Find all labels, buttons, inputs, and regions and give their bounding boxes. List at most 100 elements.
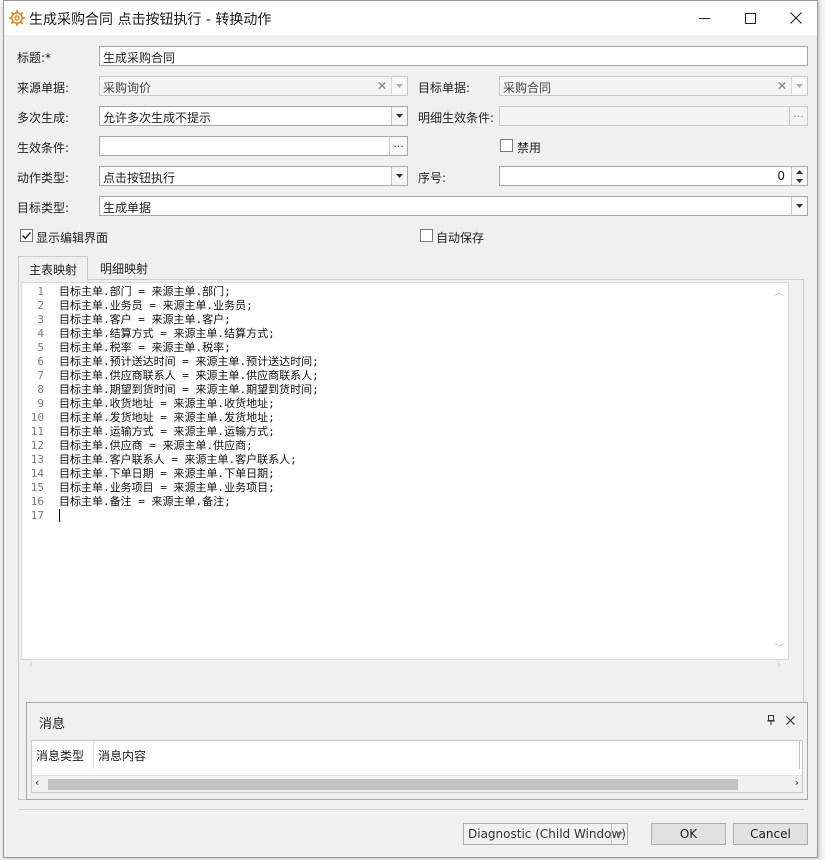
source-doc-select[interactable]: 采购询价 ✕	[99, 76, 408, 96]
message-horizontal-scrollbar[interactable]: ‹ ›	[32, 775, 802, 792]
title-label: 标题:*	[17, 51, 52, 65]
source-dropdown-icon[interactable]	[391, 77, 407, 95]
minimize-button[interactable]	[681, 1, 727, 35]
msg-scroll-right-icon[interactable]: ›	[795, 776, 799, 789]
multi-gen-value: 允许多次生成不提示	[103, 111, 212, 125]
column-header-message-type-label: 消息类型	[36, 749, 85, 763]
diagnostic-dropdown-icon[interactable]	[611, 824, 627, 844]
code-lines[interactable]: 目标主单.部门 = 来源主单.部门; 目标主单.业务员 = 来源主单.业务员; 目标…	[59, 285, 768, 523]
code-line-text: 目标主单.备注 = 来源主单.备注;	[59, 495, 231, 508]
line-number: 10	[30, 411, 44, 424]
multi-gen-select[interactable]: 允许多次生成不提示	[99, 106, 408, 126]
code-line[interactable]: 目标主单.结算方式 = 来源主单.结算方式;	[59, 327, 768, 341]
scroll-down-icon[interactable]: ﹀	[775, 642, 784, 656]
detail-cond-input[interactable]: ···	[499, 106, 808, 126]
background-edge-right	[818, 0, 825, 860]
scroll-left-icon[interactable]: ‹	[28, 659, 34, 673]
cancel-button[interactable]: Cancel	[733, 823, 808, 845]
msg-scroll-left-icon[interactable]: ‹	[35, 776, 39, 789]
spin-down-icon[interactable]	[792, 176, 807, 185]
line-number: 15	[30, 481, 44, 494]
code-line[interactable]: 目标主单.客户 = 来源主单.客户;	[59, 313, 768, 327]
cancel-button-label: Cancel	[750, 827, 791, 841]
editor-vertical-scrollbar[interactable]: ︿ ﹀	[771, 283, 788, 659]
code-line-text: 目标主单.税率 = 来源主单.税率;	[59, 341, 231, 354]
editor-horizontal-scrollbar[interactable]: ‹ ›	[22, 659, 788, 673]
code-line[interactable]: 目标主单.预计送达时间 = 来源主单.预计送达时间;	[59, 355, 768, 369]
code-line-text: 目标主单.供应商联系人 = 来源主单.供应商联系人;	[59, 369, 319, 382]
diagnostic-select[interactable]: Diagnostic (Child Window)	[463, 823, 628, 845]
seq-input[interactable]: 0	[499, 166, 808, 186]
code-line[interactable]	[59, 509, 768, 523]
maximize-icon	[744, 12, 756, 24]
tab-main-mapping-label: 主表映射	[29, 263, 78, 277]
target-dropdown-icon[interactable]	[791, 77, 807, 95]
action-type-select[interactable]: 点击按钮执行	[99, 166, 408, 186]
column-header-message-content-label: 消息内容	[98, 749, 147, 763]
code-line[interactable]: 目标主单.税率 = 来源主单.税率;	[59, 341, 768, 355]
effect-cond-input[interactable]: ···	[99, 136, 408, 156]
ok-button[interactable]: OK	[651, 823, 726, 845]
clear-target-icon[interactable]: ✕	[774, 77, 790, 95]
target-doc-value: 采购合同	[503, 81, 552, 95]
line-number: 2	[37, 299, 44, 312]
tab-detail-mapping-label: 明细映射	[100, 262, 149, 276]
code-line[interactable]: 目标主单.供应商 = 来源主单.供应商;	[59, 439, 768, 453]
line-number: 7	[37, 369, 44, 382]
line-number: 14	[30, 467, 44, 480]
panel-close-icon[interactable]	[786, 714, 795, 728]
code-line[interactable]: 目标主单.下单日期 = 来源主单.下单日期;	[59, 467, 768, 481]
maximize-button[interactable]	[727, 1, 773, 35]
target-type-dropdown-icon[interactable]	[791, 197, 807, 215]
code-line[interactable]: 目标主单.部门 = 来源主单.部门;	[59, 285, 768, 299]
clear-source-icon[interactable]: ✕	[374, 77, 390, 95]
code-line-text: 目标主单.发货地址 = 来源主单.发货地址;	[59, 411, 275, 424]
seq-value: 0	[777, 169, 785, 183]
code-line[interactable]: 目标主单.业务员 = 来源主单.业务员;	[59, 299, 768, 313]
code-line[interactable]: 目标主单.收货地址 = 来源主单.收货地址;	[59, 397, 768, 411]
show-edit-label: 显示编辑界面	[36, 231, 109, 245]
target-type-select[interactable]: 生成单据	[99, 196, 808, 216]
line-number: 17	[30, 509, 44, 522]
line-number: 3	[37, 313, 44, 326]
line-number: 5	[37, 341, 44, 354]
target-doc-select[interactable]: 采购合同 ✕	[499, 76, 808, 96]
scroll-right-icon[interactable]: ›	[776, 659, 782, 673]
code-line[interactable]: 目标主单.运输方式 = 来源主单.运输方式;	[59, 425, 768, 439]
tab-detail-mapping[interactable]: 明细映射	[90, 256, 158, 280]
message-panel-header: 消息	[27, 703, 807, 737]
message-panel: 消息 消息类型 消息内容 ‹ ›	[26, 702, 808, 800]
code-line-text: 目标主单.供应商 = 来源主单.供应商;	[59, 439, 253, 452]
tab-main-mapping[interactable]: 主表映射	[18, 256, 89, 280]
code-line[interactable]: 目标主单.备注 = 来源主单.备注;	[59, 495, 768, 509]
scroll-up-icon[interactable]: ︿	[775, 286, 784, 300]
show-edit-checkbox[interactable]	[20, 229, 33, 242]
close-button[interactable]	[773, 1, 819, 35]
seq-spinner[interactable]	[791, 167, 807, 185]
spin-up-icon[interactable]	[792, 167, 807, 176]
code-line[interactable]: 目标主单.客户联系人 = 来源主单.客户联系人;	[59, 453, 768, 467]
effect-cond-ellipsis-button[interactable]: ···	[389, 137, 407, 155]
source-doc-value: 采购询价	[103, 81, 152, 95]
action-type-dropdown-icon[interactable]	[391, 167, 407, 185]
close-icon	[790, 12, 802, 24]
code-line[interactable]: 目标主单.期望到货时间 = 来源主单.期望到货时间;	[59, 383, 768, 397]
auto-save-checkbox[interactable]	[420, 229, 433, 242]
pin-icon[interactable]	[767, 714, 775, 728]
title-bar[interactable]: 生成采购合同 点击按钮执行 - 转换动作	[4, 1, 817, 35]
column-header-message-content[interactable]: 消息内容	[94, 741, 800, 769]
message-table[interactable]: 消息类型 消息内容 ‹ ›	[31, 740, 803, 793]
column-header-message-type[interactable]: 消息类型	[32, 741, 94, 769]
msg-scroll-thumb[interactable]	[48, 779, 738, 790]
line-number: 12	[30, 439, 44, 452]
detail-cond-ellipsis-button[interactable]: ···	[789, 107, 807, 125]
code-line[interactable]: 目标主单.发货地址 = 来源主单.发货地址;	[59, 411, 768, 425]
disable-checkbox[interactable]	[500, 139, 513, 152]
line-number: 11	[30, 425, 44, 438]
code-line[interactable]: 目标主单.业务项目 = 来源主单.业务项目;	[59, 481, 768, 495]
code-editor[interactable]: 1 2 3 4 5 6 7 8 9 10 11 12 13 14 15 16 17 目标主单.部门 = 来源主单…	[21, 282, 789, 671]
title-input[interactable]: 生成采购合同	[99, 46, 808, 66]
multi-gen-dropdown-icon[interactable]	[391, 107, 407, 125]
action-type-label: 动作类型:	[17, 171, 70, 185]
code-line[interactable]: 目标主单.供应商联系人 = 来源主单.供应商联系人;	[59, 369, 768, 383]
